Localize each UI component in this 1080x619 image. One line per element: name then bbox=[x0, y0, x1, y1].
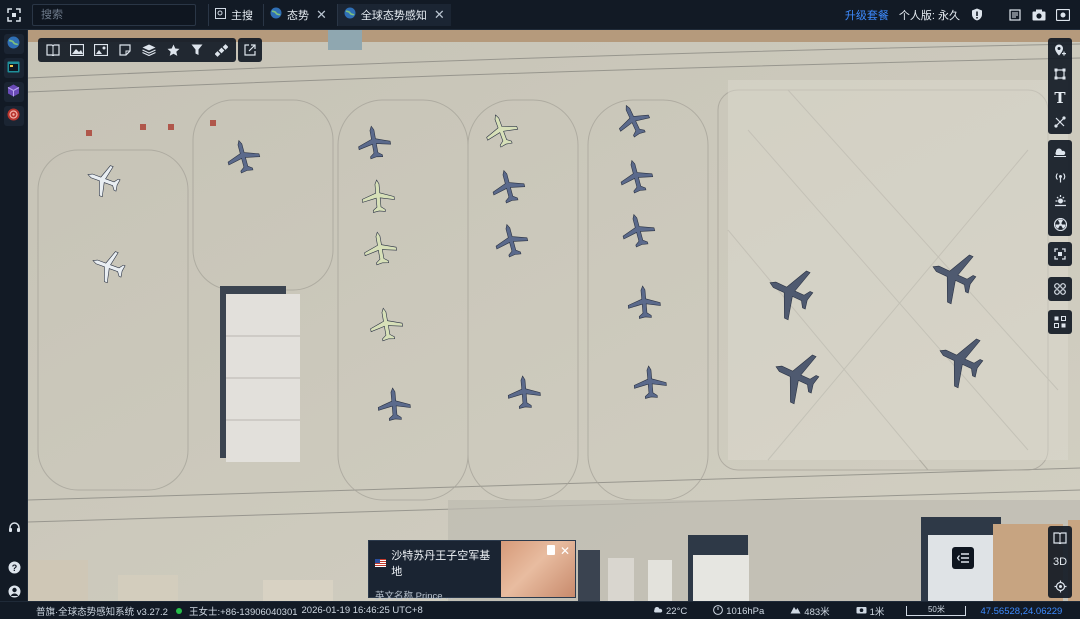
camera-icon[interactable] bbox=[1032, 8, 1046, 22]
tab-label: 态势 bbox=[287, 9, 309, 22]
shield-icon[interactable] bbox=[970, 8, 984, 22]
globe-icon bbox=[270, 7, 282, 22]
popup-title: 沙特苏丹王子空军基地 bbox=[391, 550, 491, 578]
close-icon[interactable]: ✕ bbox=[560, 544, 570, 558]
tab-situation[interactable]: 态势 ✕ bbox=[263, 3, 333, 26]
altitude-value: 483米 bbox=[804, 607, 830, 618]
pressure-item: 1016hPa bbox=[713, 604, 765, 618]
coordinates: 47.56528,24.06229 bbox=[980, 605, 1063, 617]
satellite-map[interactable] bbox=[28, 30, 1080, 601]
right-toolbar-view: 3D bbox=[1048, 526, 1072, 598]
locate-icon[interactable] bbox=[1048, 574, 1072, 598]
right-toolbar-weather bbox=[1048, 140, 1072, 236]
sidebar-item-calendar[interactable] bbox=[3, 58, 24, 78]
text-tool-icon[interactable]: T bbox=[1048, 86, 1072, 110]
location-pin-icon[interactable] bbox=[1048, 38, 1072, 62]
measure-icon[interactable] bbox=[1048, 110, 1072, 134]
gauge-icon bbox=[713, 604, 724, 618]
collapse-panel-icon[interactable] bbox=[952, 547, 974, 569]
app-version: 普旗·全球态势感知系统 v3.27.2 bbox=[36, 606, 168, 618]
sidebar-item-cube[interactable] bbox=[3, 82, 24, 102]
upgrade-plan-link[interactable]: 升级套餐 bbox=[845, 7, 889, 23]
headset-icon[interactable] bbox=[4, 517, 24, 537]
signal-icon[interactable] bbox=[1048, 164, 1072, 188]
weather-item: 22°C bbox=[652, 605, 687, 617]
search-frame-icon bbox=[215, 7, 226, 22]
us-flag-icon bbox=[375, 559, 387, 567]
popup-subtitle: 英文名称 Prince ... bbox=[375, 591, 454, 602]
image-icon[interactable] bbox=[65, 38, 89, 62]
search-input[interactable] bbox=[32, 3, 196, 26]
altitude-item: 483米 bbox=[790, 604, 830, 618]
star-icon[interactable] bbox=[161, 38, 185, 62]
base-info-popup[interactable]: 沙特苏丹王子空军基地 英文名称 Prince ... ✕ bbox=[368, 540, 576, 602]
tab-main-search[interactable]: 主搜 bbox=[208, 3, 259, 26]
status-bar: 普旗·全球态势感知系统 v3.27.2 王女士:+86-13906040301 … bbox=[0, 601, 1080, 619]
layers-icon[interactable] bbox=[137, 38, 161, 62]
grid-icon[interactable] bbox=[1048, 277, 1072, 301]
map-book-icon[interactable] bbox=[1048, 526, 1072, 550]
pressure-value: 1016hPa bbox=[726, 605, 765, 617]
sidebar-item-globe[interactable] bbox=[3, 34, 24, 54]
right-toolbar-draw: T bbox=[1048, 38, 1072, 134]
right-toolbar-network bbox=[1048, 310, 1072, 334]
online-status-icon bbox=[175, 607, 182, 614]
cube-icon bbox=[7, 84, 20, 100]
network-icon[interactable] bbox=[1048, 310, 1072, 334]
close-icon[interactable]: ✕ bbox=[434, 7, 445, 23]
target-icon bbox=[7, 108, 20, 124]
globe-icon bbox=[7, 36, 20, 52]
camera-icon bbox=[856, 605, 867, 617]
screen-icon[interactable] bbox=[1056, 8, 1070, 22]
tab-bar: 主搜 态势 ✕ 全球态势感知 ✕ bbox=[208, 0, 455, 30]
sidebar-item-target[interactable] bbox=[3, 106, 24, 126]
document-icon[interactable] bbox=[1008, 8, 1022, 22]
pin-icon[interactable] bbox=[547, 545, 555, 555]
user-icon[interactable] bbox=[4, 581, 24, 601]
tab-label: 主搜 bbox=[231, 9, 253, 22]
note-icon[interactable] bbox=[113, 38, 137, 62]
satellite-icon[interactable] bbox=[209, 38, 233, 62]
fullscreen-icon[interactable] bbox=[0, 0, 28, 30]
export-icon[interactable] bbox=[238, 38, 262, 62]
top-bar: 主搜 态势 ✕ 全球态势感知 ✕ 升级套餐 个人版: 永久 bbox=[0, 0, 1080, 30]
close-icon[interactable]: ✕ bbox=[316, 7, 327, 23]
datetime: 2026-01-19 16:46:25 UTC+8 bbox=[301, 605, 423, 616]
cloud-icon bbox=[652, 605, 663, 617]
cloud-layers-icon[interactable] bbox=[1048, 140, 1072, 164]
screenshot-frame-icon[interactable] bbox=[1048, 242, 1072, 266]
temperature-value: 22°C bbox=[666, 605, 688, 617]
help-icon[interactable]: ? bbox=[4, 557, 24, 577]
tab-global-awareness[interactable]: 全球态势感知 ✕ bbox=[336, 3, 451, 26]
user-plan-label: 个人版: 永久 bbox=[898, 9, 960, 22]
left-sidebar: ? bbox=[0, 30, 28, 601]
radiation-icon[interactable] bbox=[1048, 212, 1072, 236]
svg-text:?: ? bbox=[11, 563, 17, 573]
airbase-imagery bbox=[28, 30, 1080, 601]
calendar-icon bbox=[7, 60, 20, 76]
image-compare-icon[interactable] bbox=[89, 38, 113, 62]
map-toolbar bbox=[38, 38, 236, 62]
filter-icon[interactable] bbox=[185, 38, 209, 62]
right-toolbar-grid bbox=[1048, 277, 1072, 301]
globe-icon bbox=[344, 7, 356, 22]
base-thumbnail[interactable]: ✕ bbox=[500, 541, 575, 597]
user-contact: 王女士:+86-13906040301 bbox=[188, 606, 298, 618]
tab-label: 全球态势感知 bbox=[360, 9, 427, 22]
mountain-icon bbox=[790, 605, 801, 617]
resolution-item: 1米 bbox=[856, 604, 885, 618]
map-book-icon[interactable] bbox=[41, 38, 65, 62]
toggle-3d-button[interactable]: 3D bbox=[1048, 550, 1072, 574]
sun-icon[interactable] bbox=[1048, 188, 1072, 212]
scale-bar: 50米 bbox=[906, 606, 967, 616]
resolution-value: 1米 bbox=[869, 607, 885, 618]
right-toolbar-screenshot bbox=[1048, 242, 1072, 266]
select-area-icon[interactable] bbox=[1048, 62, 1072, 86]
